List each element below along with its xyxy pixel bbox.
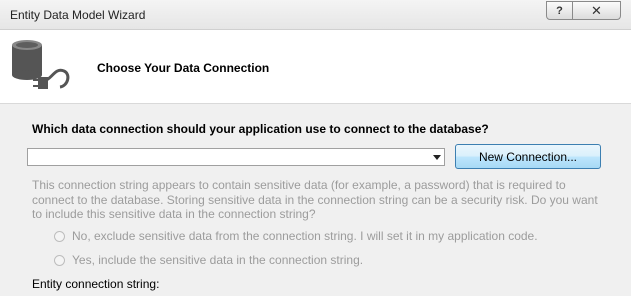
main-content: Which data connection should your applic… [0,104,631,296]
radio-include-sensitive[interactable]: Yes, include the sensitive data in the c… [54,253,363,267]
radio-include-label: Yes, include the sensitive data in the c… [72,253,364,267]
window-title: Entity Data Model Wizard [10,8,146,22]
connection-question-label: Which data connection should your applic… [32,122,489,136]
new-connection-button[interactable]: New Connection... [455,144,601,169]
entity-connection-string-label: Entity connection string: [32,277,160,291]
radio-icon[interactable] [54,254,65,266]
radio-icon[interactable] [54,230,65,242]
wizard-header: Choose Your Data Connection [0,30,631,104]
database-plug-icon [12,40,70,89]
page-title: Choose Your Data Connection [97,61,270,75]
help-button[interactable]: ? [546,1,573,20]
title-bar: Entity Data Model Wizard ? ✕ [0,0,631,30]
radio-exclude-sensitive[interactable]: No, exclude sensitive data from the conn… [54,229,538,243]
chevron-down-icon[interactable] [433,155,441,160]
close-icon: ✕ [591,2,602,18]
help-icon: ? [556,4,563,17]
close-button[interactable]: ✕ [572,1,621,20]
connection-dropdown[interactable] [27,148,445,166]
radio-exclude-label: No, exclude sensitive data from the conn… [72,229,538,243]
sensitive-data-message: This connection string appears to contai… [32,178,598,221]
